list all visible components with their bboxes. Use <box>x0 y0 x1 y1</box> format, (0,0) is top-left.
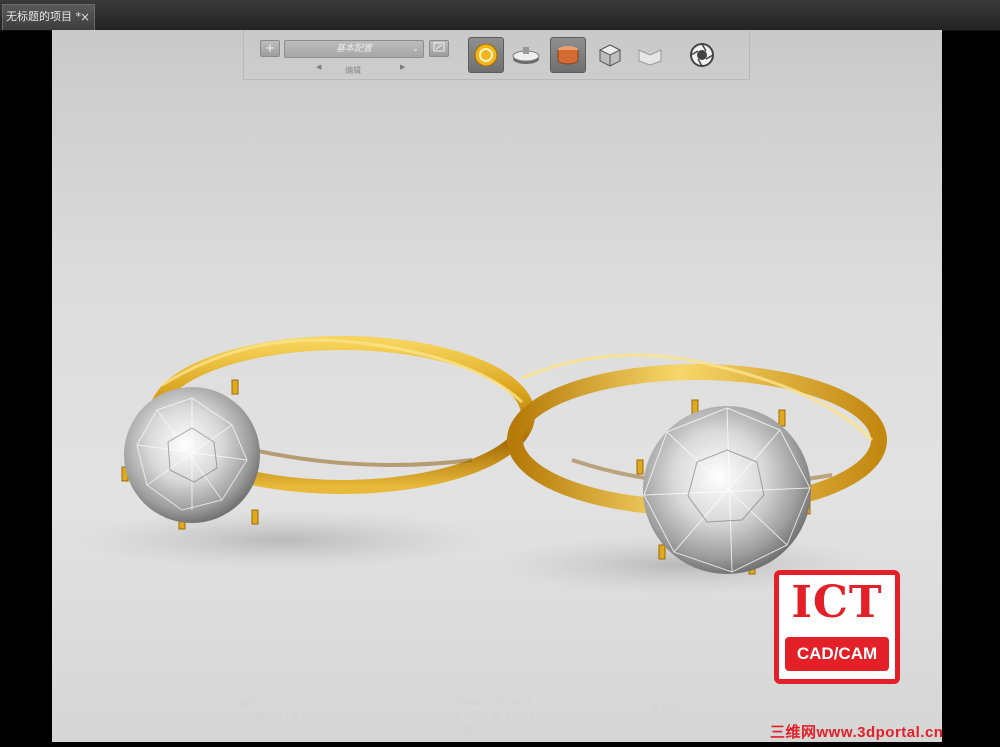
camera-aperture-tool-icon[interactable] <box>684 37 720 73</box>
next-arrow-icon[interactable]: ▶ <box>400 63 405 71</box>
ribbon-toolbar: + 基本配置 ⌄ ◀ 编辑 ▶ <box>243 30 750 80</box>
add-button[interactable]: + <box>260 40 280 57</box>
turntable-tool-icon[interactable] <box>508 37 544 73</box>
environment-tool-icon[interactable] <box>468 37 504 73</box>
hud-polygon-count: 多边形计数: 53832 <box>454 712 534 722</box>
hud-resolution: 分辨率: 1022x818 <box>454 699 533 709</box>
preset-select[interactable]: 基本配置 ⌄ <box>284 40 424 58</box>
left-ring <box>121 336 535 530</box>
scene-tool-icon[interactable] <box>632 37 668 73</box>
hud-distance: 距离: 91.15(mm) <box>454 725 529 735</box>
logo-bottom-text: CAD/CAM <box>785 637 889 671</box>
material-tool-icon[interactable] <box>550 37 586 73</box>
edit-label[interactable]: 编辑 <box>345 65 361 76</box>
hud-right: 仅 CPU <box>650 704 680 717</box>
document-tab[interactable]: 无标题的项目 * × <box>2 4 95 30</box>
tab-title: 无标题的项目 * <box>6 10 81 23</box>
hud-passes: 遍历 : 6 <box>238 699 271 709</box>
hud-center: 分辨率: 1022x818 多边形计数: 53832 距离: 91.15(mm) <box>454 698 534 737</box>
logo-top-text: ICT <box>791 577 883 628</box>
preset-options-button[interactable] <box>429 40 449 57</box>
ict-logo: ICT CAD/CAM <box>774 570 900 684</box>
chevron-down-icon: ⌄ <box>412 44 419 53</box>
preset-value: 基本配置 <box>335 44 372 54</box>
watermark-site: 三维网www.3dportal.cn <box>770 724 944 741</box>
tab-bar: 无标题的项目 * × <box>0 0 1000 31</box>
thumbnail-icon <box>433 42 445 52</box>
close-icon[interactable]: × <box>80 5 90 29</box>
hud-left: 遍历 : 6 每秒遍历数 : 0.18 <box>238 698 312 724</box>
hud-cpu-mode: 仅 CPU <box>650 705 681 715</box>
geometry-tool-icon[interactable] <box>592 37 628 73</box>
hud-passes-per-second: 每秒遍历数 : 0.18 <box>238 712 312 722</box>
prev-arrow-icon[interactable]: ◀ <box>316 63 321 71</box>
